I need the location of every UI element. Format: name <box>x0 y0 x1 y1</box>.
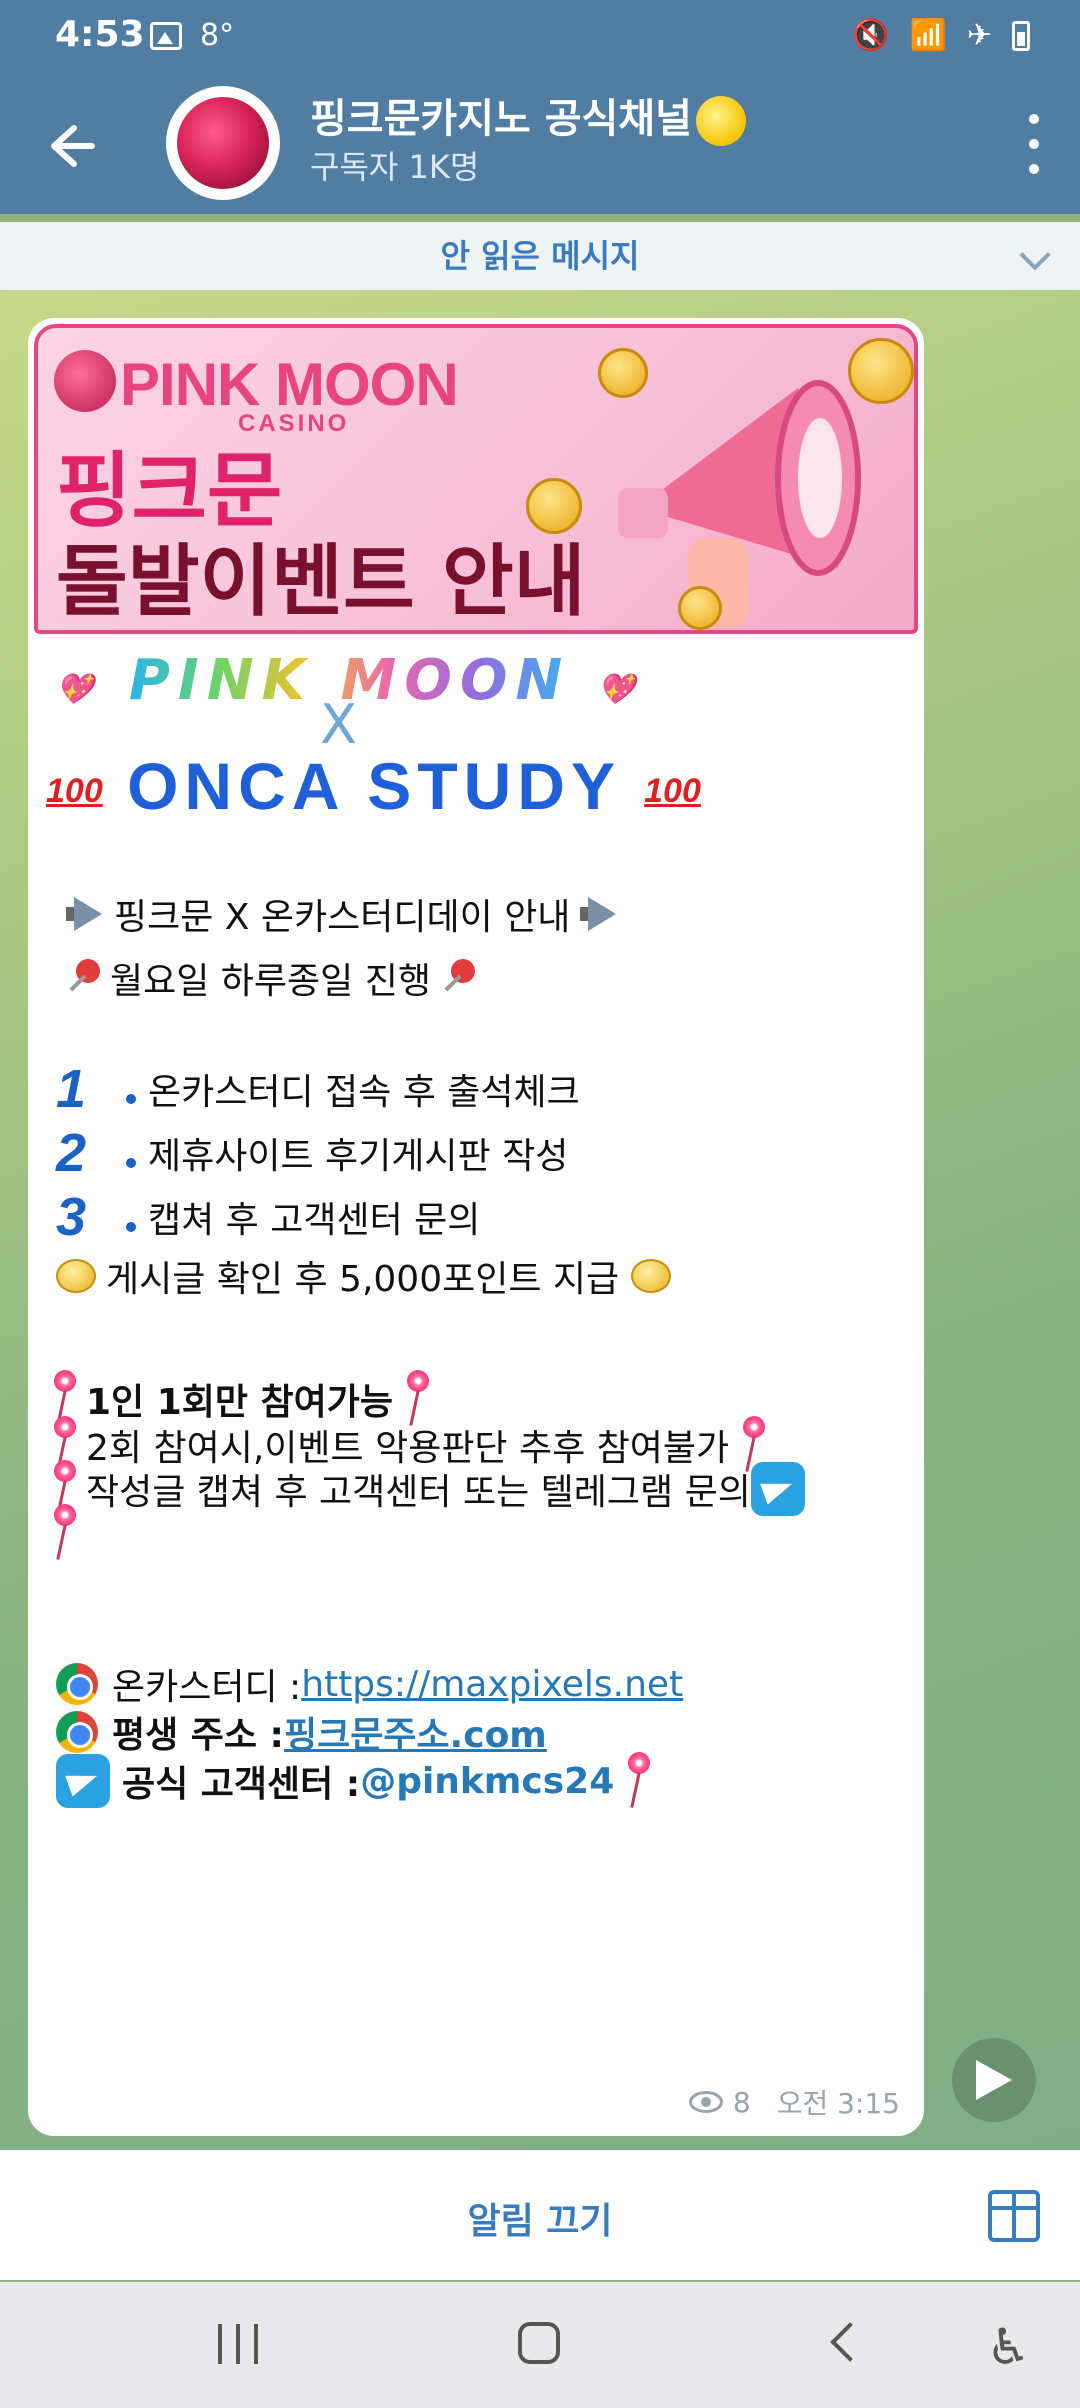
rule-line <box>50 1504 86 1562</box>
event-banner-image[interactable]: PINK MOON CASINO 핑크문 돌발이벤트 안내 <box>34 324 918 634</box>
gift-icon[interactable] <box>988 2190 1040 2242</box>
link-line: 온카스터디 : https://maxpixels.net <box>56 1658 683 1710</box>
view-count: 8 <box>732 2085 751 2119</box>
battery-icon <box>1012 20 1030 51</box>
banner-brand: PINK MOON <box>120 351 459 418</box>
recent-apps-icon[interactable] <box>218 2324 258 2364</box>
channel-title-text: 핑크문카지노 공식채널 <box>310 96 692 142</box>
unread-divider[interactable]: 안 읽은 메시지 <box>0 222 1080 290</box>
speaker-icon <box>578 895 620 933</box>
message-time: 오전 3:15 <box>776 2087 900 2120</box>
step-number: 3 <box>56 1187 87 1247</box>
link-line: 공식 고객센터 : @pinkmcs24 <box>56 1752 660 1810</box>
mute-icon: 🔇 <box>852 18 890 53</box>
hundred-emoji-icon: 100 <box>46 772 103 811</box>
telegram-icon <box>750 1462 805 1516</box>
status-bar: 4:53 8° 🔇 📶 ✈ <box>0 0 1080 74</box>
channel-avatar[interactable] <box>166 86 280 200</box>
moon-logo-icon <box>177 97 269 189</box>
sun-emoji-icon <box>695 96 746 146</box>
chrome-icon <box>56 1711 98 1753</box>
more-menu-icon[interactable] <box>1024 114 1044 174</box>
heart-icon: 💖 <box>56 672 102 707</box>
step-item: 2 제휴사이트 후기게시판 작성 <box>56 1122 568 1184</box>
nav-back-icon[interactable] <box>830 2322 870 2362</box>
onca-title-text: ONCA STUDY <box>127 749 620 823</box>
subscriber-count: 구독자 1K명 <box>310 148 480 186</box>
wifi-icon: 📶 <box>909 18 947 53</box>
mute-button[interactable]: 알림 끄기 <box>0 2192 1080 2244</box>
share-button[interactable] <box>952 2038 1036 2122</box>
coin-icon <box>56 1259 96 1293</box>
airplane-icon: ✈ <box>966 18 992 53</box>
channel-bottom-bar: 알림 끄기 <box>0 2150 1080 2280</box>
home-icon[interactable] <box>518 2322 560 2364</box>
banner-headline-2: 돌발이벤트 안내 <box>56 537 586 627</box>
step-text: 온카스터디 접속 후 출석체크 <box>148 1072 580 1113</box>
step-text: 캡쳐 후 고객센터 문의 <box>148 1200 481 1241</box>
day-line: 월요일 하루종일 진행 <box>56 952 485 1004</box>
link-label: 평생 주소 : <box>112 1715 284 1756</box>
link-line: 평생 주소 : 핑크문주소.com <box>56 1706 547 1758</box>
unread-label: 안 읽은 메시지 <box>440 237 640 275</box>
status-time: 4:53 <box>55 14 145 55</box>
link-label: 온카스터디 : <box>112 1667 302 1708</box>
megaphone-icon <box>618 380 861 628</box>
onca-title: 100 ONCA STUDY 100 <box>46 748 701 824</box>
lollipop-icon <box>624 1752 652 1810</box>
chrome-icon <box>56 1663 98 1705</box>
lifetime-link[interactable]: 핑크문주소.com <box>284 1706 547 1758</box>
back-arrow-icon[interactable] <box>40 116 100 176</box>
message-bubble[interactable]: PINK MOON CASINO 핑크문 돌발이벤트 안내 💖 PINK MOO… <box>28 318 924 2136</box>
intro-line: 핑크문 X 온카스터디데이 안내 <box>56 888 628 940</box>
banner-brand-sub: CASINO <box>238 410 350 437</box>
accessibility-icon[interactable]: ♿ <box>986 2318 1031 2376</box>
system-nav-bar: ♿ <box>0 2282 1080 2408</box>
chevron-down-icon[interactable] <box>1019 239 1051 271</box>
reward-line: 게시글 확인 후 5,000포인트 지급 <box>56 1250 681 1302</box>
step-number: 1 <box>56 1059 87 1119</box>
coin-icon <box>848 338 914 404</box>
status-left-icons: 8° <box>150 18 234 53</box>
pushpin-icon <box>439 959 477 997</box>
banner-headline-1: 핑크문 <box>56 444 283 539</box>
rule-line: 작성글 캡쳐 후 고객센터 또는 텔레그램 문의 <box>50 1460 805 1518</box>
step-number: 2 <box>56 1123 87 1183</box>
coin-icon <box>678 586 722 630</box>
message-meta: 8 오전 3:15 <box>688 2082 900 2122</box>
status-temp: 8° <box>200 18 235 53</box>
cs-handle-link[interactable]: @pinkmcs24 <box>360 1761 614 1802</box>
step-text: 제휴사이트 후기게시판 작성 <box>148 1136 569 1177</box>
coin-icon <box>598 348 648 398</box>
step-item: 1 온카스터디 접속 후 출석체크 <box>56 1058 580 1120</box>
status-right-icons: 🔇 📶 ✈ <box>852 18 1030 53</box>
hundred-emoji-icon: 100 <box>644 772 701 811</box>
step-item: 3 캡쳐 후 고객센터 문의 <box>56 1186 480 1248</box>
eye-icon <box>688 2091 723 2113</box>
channel-title[interactable]: 핑크문카지노 공식채널 <box>310 86 746 146</box>
rule-text: 작성글 캡쳐 후 고객센터 또는 텔레그램 문의 <box>86 1472 751 1513</box>
reward-text: 게시글 확인 후 5,000포인트 지급 <box>106 1259 620 1300</box>
coin-icon <box>631 1259 672 1293</box>
image-icon <box>150 21 182 50</box>
onca-link[interactable]: https://maxpixels.net <box>301 1664 683 1705</box>
heart-icon: 💖 <box>597 672 644 707</box>
intro-text: 핑크문 X 온카스터디데이 안내 <box>114 897 571 938</box>
speaker-icon <box>64 895 106 933</box>
lollipop-icon <box>50 1504 78 1562</box>
link-label: 공식 고객센터 : <box>122 1764 361 1805</box>
chat-header: 핑크문카지노 공식채널 구독자 1K명 <box>0 74 1080 214</box>
day-text: 월요일 하루종일 진행 <box>110 961 431 1002</box>
telegram-icon <box>56 1754 110 1808</box>
coin-icon <box>526 478 582 534</box>
pushpin-icon <box>64 959 102 997</box>
moon-logo-icon <box>54 350 116 412</box>
x-mark: X <box>320 693 357 756</box>
